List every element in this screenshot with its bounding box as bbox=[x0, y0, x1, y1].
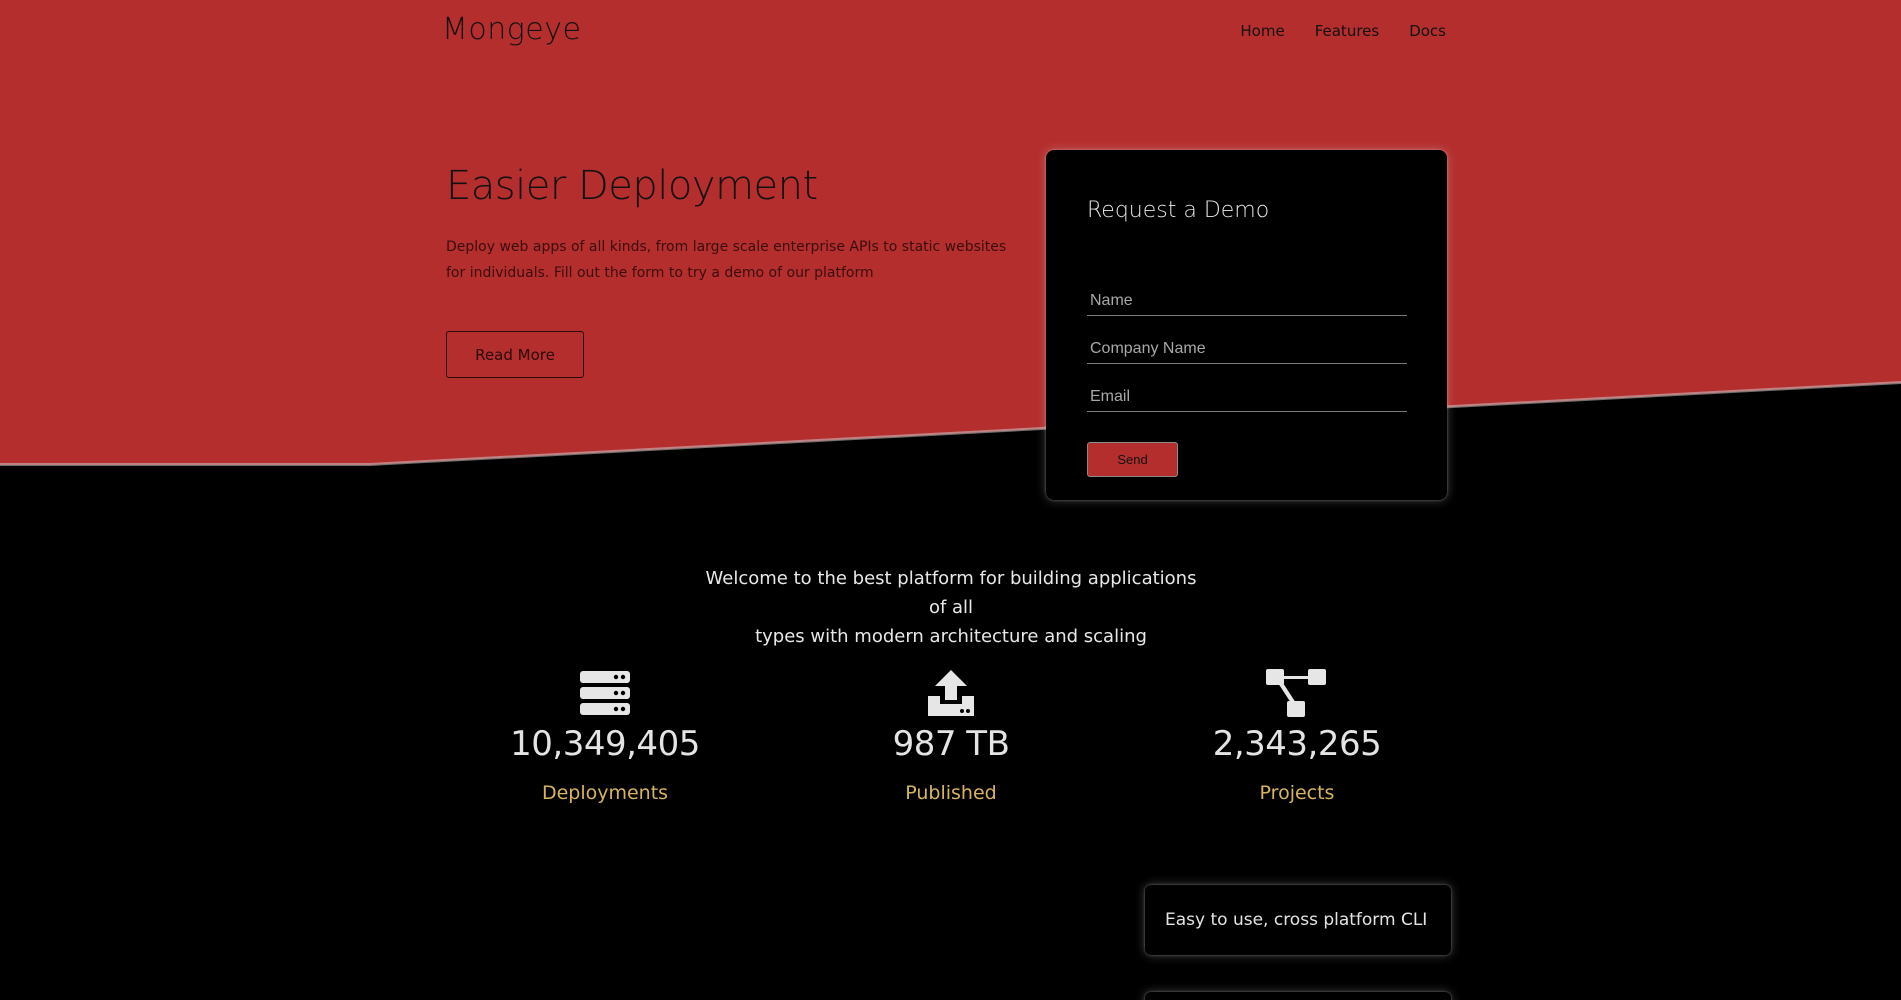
welcome-text: Welcome to the best platform for buildin… bbox=[700, 564, 1202, 651]
stat-value: 2,343,265 bbox=[1212, 724, 1382, 764]
welcome-line-2: types with modern architecture and scali… bbox=[755, 626, 1147, 647]
name-field[interactable] bbox=[1087, 286, 1407, 316]
welcome-line-1: Welcome to the best platform for buildin… bbox=[705, 568, 1197, 618]
stat-value: 987 TB bbox=[892, 724, 1010, 764]
feature-card: Easy to use, cross platform CLI bbox=[1145, 885, 1451, 955]
email-field[interactable] bbox=[1087, 382, 1407, 412]
nav-item-features[interactable]: Features bbox=[1315, 22, 1380, 40]
nav-item-home[interactable]: Home bbox=[1240, 22, 1284, 40]
nav-item-docs[interactable]: Docs bbox=[1409, 22, 1446, 40]
stat-label: Projects bbox=[1259, 782, 1335, 804]
stat-projects: 2,343,265 Projects bbox=[1167, 668, 1427, 804]
server-icon bbox=[580, 671, 630, 715]
feature-card-text: Easy to use, cross platform CLI bbox=[1165, 910, 1428, 930]
sitemap-icon bbox=[1266, 669, 1326, 717]
company-name-field[interactable] bbox=[1087, 334, 1407, 364]
hero-title: Easier Deployment bbox=[446, 163, 818, 209]
stat-published: 987 TB Published bbox=[821, 668, 1081, 804]
stat-label: Published bbox=[905, 782, 997, 804]
stat-value: 10,349,405 bbox=[510, 724, 700, 764]
top-nav: Home Features Docs bbox=[1240, 22, 1446, 40]
demo-form-title: Request a Demo bbox=[1087, 198, 1270, 223]
send-button[interactable]: Send bbox=[1087, 442, 1178, 477]
request-demo-form: Request a Demo Send bbox=[1046, 150, 1447, 500]
stat-deployments: 10,349,405 Deployments bbox=[475, 668, 735, 804]
stat-label: Deployments bbox=[541, 782, 669, 804]
upload-icon bbox=[928, 670, 974, 716]
read-more-button[interactable]: Read More bbox=[446, 331, 584, 378]
hero-description: Deploy web apps of all kinds, from large… bbox=[446, 239, 1007, 281]
brand-logo[interactable]: Mongeye bbox=[442, 12, 581, 47]
feature-card bbox=[1145, 992, 1451, 1000]
